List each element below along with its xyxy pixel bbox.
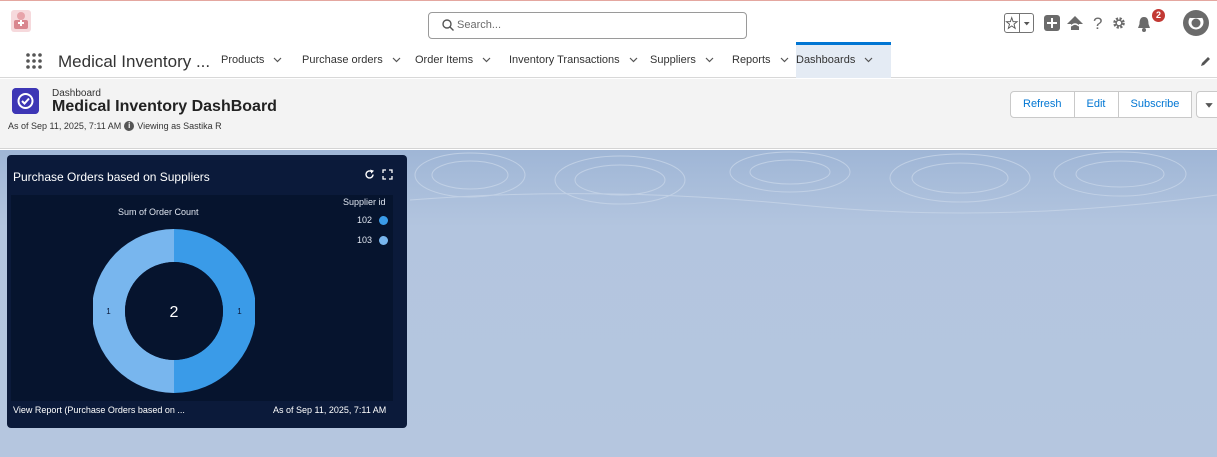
dashboard-icon	[12, 88, 39, 114]
dashboard-meta: As of Sep 11, 2025, 7:11 AM i Viewing as…	[8, 121, 222, 131]
search-placeholder: Search...	[457, 19, 502, 31]
edit-nav-pencil-icon[interactable]	[1199, 56, 1211, 68]
info-icon[interactable]: i	[124, 121, 135, 131]
legend-color-dot	[379, 235, 389, 245]
dashboard-widget: Purchase Orders based on Suppliers Sum o…	[7, 155, 407, 428]
chevron-down-icon[interactable]	[705, 57, 714, 63]
nav-item-inventory-transactions[interactable]: Inventory Transactions	[509, 42, 638, 78]
search-icon	[442, 19, 454, 31]
header-actions: Refresh Edit Subscribe	[1010, 91, 1217, 118]
favorites-dropdown-icon[interactable]	[1020, 14, 1034, 32]
chevron-down-icon[interactable]	[482, 57, 491, 63]
subscribe-button[interactable]: Subscribe	[1117, 91, 1193, 118]
svg-text:?: ?	[1093, 14, 1102, 32]
donut-chart[interactable]: 1 1 2	[93, 228, 255, 394]
view-report-link[interactable]: View Report (Purchase Orders based on ..…	[13, 405, 185, 415]
page-title: Medical Inventory DashBoard	[52, 98, 277, 115]
expand-icon[interactable]	[382, 169, 393, 180]
nav-item-dashboards[interactable]: Dashboards	[796, 42, 891, 78]
app-launcher-icon[interactable]	[25, 52, 43, 70]
nav-item-label: Suppliers	[650, 54, 696, 66]
chevron-down-icon[interactable]	[864, 57, 873, 63]
favorites-button-group[interactable]	[1004, 13, 1034, 33]
widget-timestamp: As of Sep 11, 2025, 7:11 AM	[273, 405, 387, 415]
nav-item-label: Order Items	[415, 54, 474, 66]
chevron-down-icon[interactable]	[780, 57, 789, 63]
notification-count-badge: 2	[1152, 9, 1165, 22]
nav-item-order-items[interactable]: Order Items	[415, 42, 491, 78]
legend-item-label: 102	[357, 215, 373, 225]
legend-item-label: 103	[357, 235, 373, 245]
chevron-down-icon	[1205, 103, 1214, 108]
legend-title: Supplier id	[343, 197, 386, 207]
slice-value-label: 1	[237, 307, 242, 316]
viewing-as-label: Viewing as Sastika R	[137, 121, 222, 131]
legend-item[interactable]: 102	[357, 215, 389, 225]
nav-item-purchase-orders[interactable]: Purchase orders	[302, 42, 401, 78]
nav-item-suppliers[interactable]: Suppliers	[650, 42, 714, 78]
nav-item-label: Dashboards	[796, 54, 856, 66]
nav-item-label: Purchase orders	[302, 54, 383, 66]
nav-item-products[interactable]: Products	[221, 42, 282, 78]
refresh-icon[interactable]	[364, 169, 375, 180]
setup-gear-icon[interactable]	[1111, 15, 1127, 31]
more-actions-button[interactable]	[1196, 91, 1217, 118]
app-name: Medical Inventory ...	[58, 52, 211, 71]
global-actions-plus-icon[interactable]	[1044, 15, 1060, 31]
app-navigation-bar: Medical Inventory ... Products Purchase …	[0, 42, 1217, 78]
slice-value-label: 1	[106, 307, 111, 316]
global-search-input[interactable]: Search...	[428, 12, 747, 39]
app-logo-icon[interactable]	[10, 9, 32, 33]
legend-color-dot	[379, 215, 389, 225]
widget-title: Purchase Orders based on Suppliers	[13, 170, 210, 184]
favorites-star-icon[interactable]	[1005, 14, 1020, 32]
legend-item[interactable]: 103	[357, 235, 389, 245]
global-header: Search... ? 2	[0, 0, 1217, 42]
nav-item-label: Reports	[732, 54, 771, 66]
chevron-down-icon[interactable]	[392, 57, 401, 63]
nav-item-reports[interactable]: Reports	[732, 42, 789, 78]
notifications-bell-icon[interactable]	[1136, 15, 1152, 33]
refresh-button[interactable]: Refresh	[1010, 91, 1075, 118]
chevron-down-icon[interactable]	[629, 57, 638, 63]
nav-item-label: Products	[221, 54, 265, 66]
dashboard-header: Dashboard Medical Inventory DashBoard As…	[0, 79, 1217, 149]
nav-item-label: Inventory Transactions	[509, 54, 620, 66]
as-of-timestamp: As of Sep 11, 2025, 7:11 AM	[8, 121, 122, 131]
donut-center-total: 2	[170, 304, 179, 321]
chart-title: Sum of Order Count	[118, 207, 199, 217]
help-icon[interactable]: ?	[1092, 14, 1104, 32]
chevron-down-icon[interactable]	[273, 57, 282, 63]
trailhead-icon[interactable]	[1066, 15, 1084, 31]
edit-button[interactable]: Edit	[1073, 91, 1119, 118]
user-avatar-icon[interactable]	[1182, 9, 1210, 37]
